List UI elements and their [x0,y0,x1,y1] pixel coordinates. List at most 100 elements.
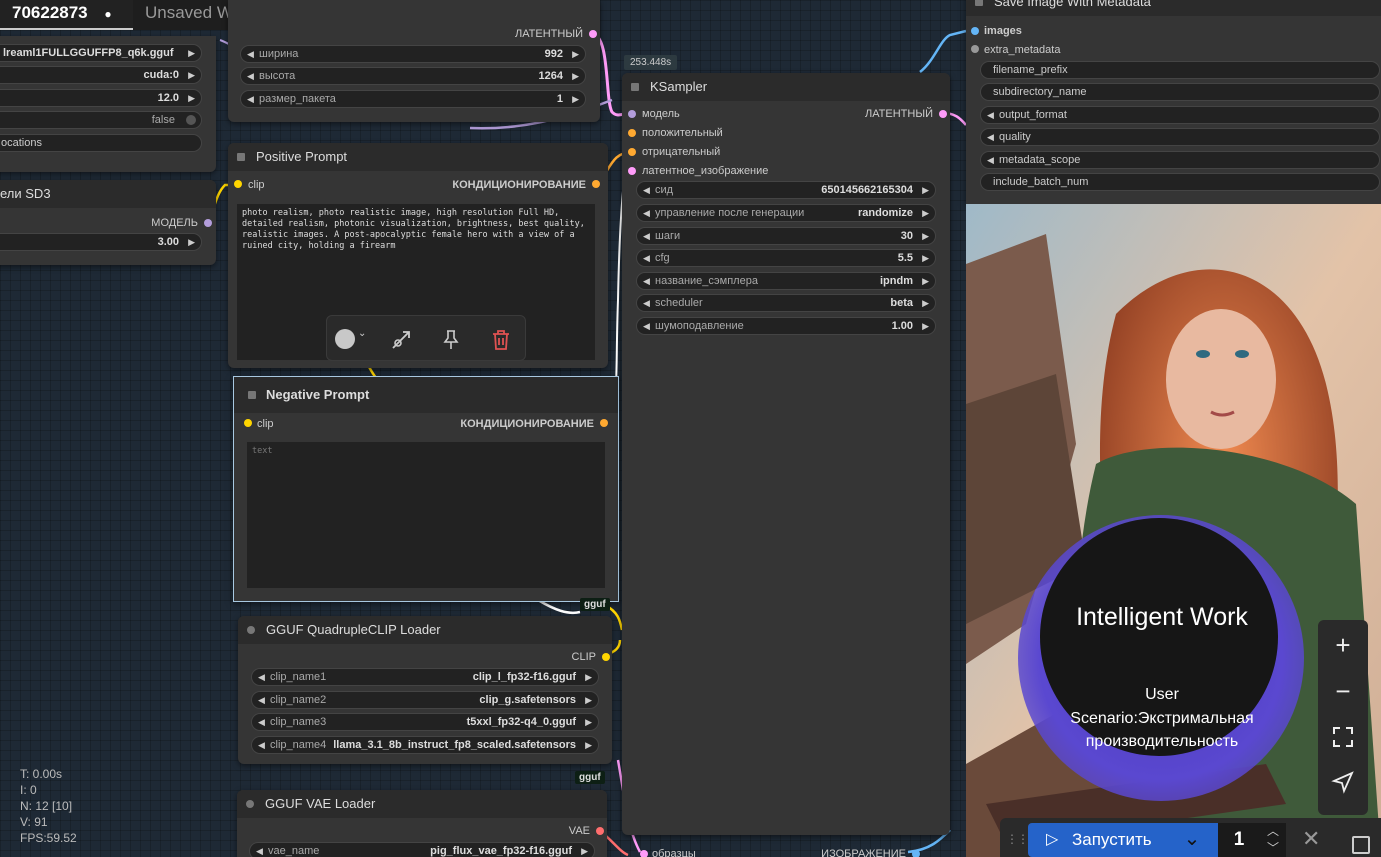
chevron-up-icon[interactable]: ︿ [1260,823,1286,840]
input-clip[interactable]: clip [248,178,265,192]
chevron-down-icon[interactable]: ﹀ [1260,840,1286,857]
node-title[interactable]: GGUF VAE Loader [237,790,607,818]
color-picker-button[interactable] [335,329,355,349]
gguf-vae-loader-node[interactable]: GGUF VAE Loader VAE ◀ vae_name pig_flux_va… [237,790,607,857]
empty-latent-node[interactable]: ЛАТЕНТНЫЙ ◀ ширина 992 ▶ ◀ высота 1264 ▶ ◀ разм… [228,0,600,122]
output-vae[interactable]: VAE [569,824,590,838]
output-conditioning[interactable]: КОНДИЦИОНИРОВАНИЕ [452,178,586,192]
cfg-widget[interactable]: ◀ cfg 5.5 ▶ [636,249,936,267]
clip-name3-widget[interactable]: ◀ clip_name3 t5xxl_fp32-q4_0.gguf ▶ [251,713,599,731]
denoise-widget[interactable]: ◀ шумоподавление 1.00 ▶ [636,317,936,335]
input-clip-dot[interactable] [244,419,252,427]
collapse-icon[interactable] [246,800,254,808]
clip-name2-widget[interactable]: ◀ clip_name2 clip_g.safetensors ▶ [251,691,599,709]
output-conditioning-dot[interactable] [592,180,600,188]
control-after-generate-widget[interactable]: ◀ управление после генерации randomize ▶ [636,204,936,222]
collapse-icon[interactable] [975,0,983,6]
zoom-out-button[interactable]: − [1318,668,1368,714]
output-image[interactable]: ИЗОБРАЖЕНИЕ [821,847,906,857]
node-title[interactable]: ели SD3 [0,180,216,208]
collapse-icon[interactable] [248,391,256,399]
input-extra-metadata-dot[interactable] [971,45,979,53]
input-positive[interactable]: положительный [642,126,723,140]
run-button[interactable]: ▷ Запустить [1028,823,1188,857]
output-model-dot[interactable] [204,219,212,227]
node-title[interactable]: KSampler [622,73,950,101]
input-images-dot[interactable] [971,27,979,35]
width-widget[interactable]: ◀ ширина 992 ▶ [240,45,586,63]
delete-icon[interactable] [489,328,513,352]
metadata-scope-widget[interactable]: ◀ metadata_scope [980,151,1380,169]
quality-widget[interactable]: ◀ quality [980,128,1380,146]
model-name-widget[interactable]: lreaml1FULLGGUFFP8_q6k.gguf ▶ [0,44,202,62]
save-image-with-metadata-node[interactable]: Save Image With Metadata images extra_me… [966,0,1381,204]
sampler-name-widget[interactable]: ◀ название_сэмплера ipndm ▶ [636,272,936,290]
gguf-quadruple-clip-loader-node[interactable]: GGUF QuadrupleCLIP Loader CLIP ◀ clip_nam… [238,616,612,764]
scheduler-widget[interactable]: ◀ scheduler beta ▶ [636,294,936,312]
input-samples-dot[interactable] [640,850,648,857]
input-negative[interactable]: отрицательный [642,145,720,159]
include-batch-num-widget[interactable]: include_batch_num [980,173,1380,191]
collapse-icon[interactable] [247,626,255,634]
batch-count-input[interactable]: 1 [1218,823,1260,857]
tab-workflow-1[interactable]: 70622873 ● [0,0,133,30]
input-clip[interactable]: clip [257,417,274,431]
vae-name-widget[interactable]: ◀ vae_name pig_flux_vae_fp32-f16.gguf ▶ [249,842,595,857]
node-title[interactable]: Positive Prompt [228,143,608,171]
ksampler-node[interactable]: KSampler модель положительный отрицатель… [622,73,950,835]
input-images[interactable]: images [984,24,1022,38]
batch-size-widget[interactable]: ◀ размер_пакета 1 ▶ [240,90,586,108]
navigate-button[interactable] [1318,760,1368,806]
text-widget[interactable]: ocations [0,134,202,152]
input-positive-dot[interactable] [628,129,636,137]
input-model[interactable]: модель [642,107,680,121]
output-conditioning[interactable]: КОНДИЦИОНИРОВАНИЕ [460,417,594,431]
output-latent[interactable]: ЛАТЕНТНЫЙ [515,27,583,41]
output-latent-dot[interactable] [939,110,947,118]
output-model[interactable]: МОДЕЛЬ [151,216,198,230]
batch-stepper[interactable]: ︿ ﹀ [1260,823,1286,857]
run-mode-dropdown[interactable]: ⌄ [1166,823,1218,857]
filename-prefix-widget[interactable]: filename_prefix [980,61,1380,79]
output-vae-dot[interactable] [596,827,604,835]
output-image-dot[interactable] [912,850,920,857]
input-negative-dot[interactable] [628,148,636,156]
node-title[interactable]: GGUF QuadrupleCLIP Loader [238,616,612,644]
bypass-icon[interactable] [389,328,413,352]
toggle-widget[interactable]: false [0,111,202,129]
subdirectory-name-widget[interactable]: subdirectory_name [980,83,1380,101]
input-latent-dot[interactable] [628,167,636,175]
prompt-textarea[interactable]: text [247,442,605,588]
collapse-icon[interactable] [631,83,639,91]
input-clip-dot[interactable] [234,180,242,188]
vae-decode-node[interactable]: образцы ИЗОБРАЖЕНИЕ [640,840,920,857]
collapse-icon[interactable] [237,153,245,161]
clip-name4-widget[interactable]: ◀ clip_name4 llama_3.1_8b_instruct_fp8_sca… [251,736,599,754]
input-samples[interactable]: образцы [652,847,696,857]
clip-name1-widget[interactable]: ◀ clip_name1 clip_l_fp32-f16.gguf ▶ [251,668,599,686]
output-clip[interactable]: CLIP [572,650,596,664]
queue-panel-icon[interactable] [1352,836,1370,854]
output-latent[interactable]: ЛАТЕНТНЫЙ [865,107,933,121]
output-format-widget[interactable]: ◀ output_format [980,106,1380,124]
device-widget[interactable]: cuda:0 ▶ [0,66,202,84]
input-extra-metadata[interactable]: extra_metadata [984,43,1060,57]
input-model-dot[interactable] [628,110,636,118]
cancel-icon[interactable]: ✕ [1302,826,1320,852]
model-sampling-sd3-node[interactable]: ели SD3 МОДЕЛЬ 3.00 ▶ [0,180,216,265]
output-clip-dot[interactable] [602,653,610,661]
negative-prompt-node[interactable]: Negative Prompt clip КОНДИЦИОНИРОВАНИЕ t… [233,376,619,602]
node-title[interactable]: Save Image With Metadata [966,0,1381,16]
steps-widget[interactable]: ◀ шаги 30 ▶ [636,227,936,245]
drag-handle-icon[interactable]: ⋮⋮ [1006,832,1029,846]
output-conditioning-dot[interactable] [600,419,608,427]
seed-widget[interactable]: ◀ сид 650145662165304 ▶ [636,181,936,199]
input-latent[interactable]: латентное_изображение [642,164,768,178]
value-widget[interactable]: 12.0 ▶ [0,89,202,107]
zoom-in-button[interactable]: + [1318,622,1368,668]
chevron-down-icon[interactable]: ⌄ [358,328,366,339]
checkpoint-loader-node[interactable]: lreaml1FULLGGUFFP8_q6k.gguf ▶ cuda:0 ▶ 12.… [0,36,216,172]
height-widget[interactable]: ◀ высота 1264 ▶ [240,67,586,85]
shift-widget[interactable]: 3.00 ▶ [0,233,202,251]
pin-icon[interactable] [439,328,463,352]
